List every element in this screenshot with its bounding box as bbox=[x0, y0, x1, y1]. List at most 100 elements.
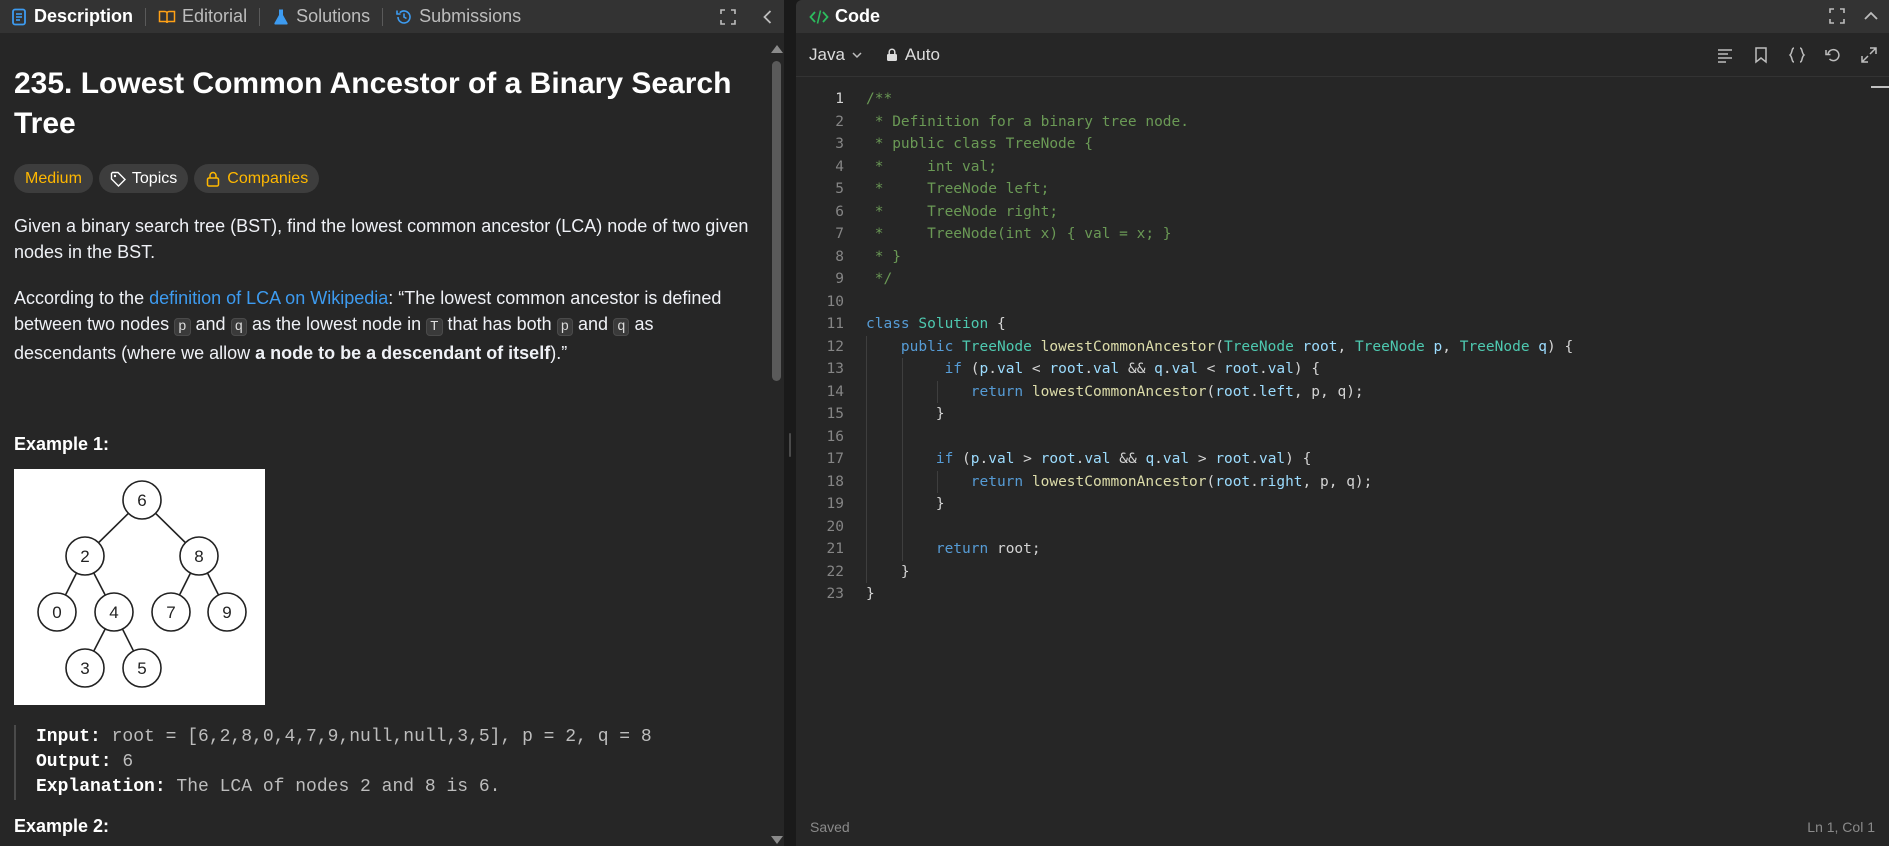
tab-editorial[interactable]: Editorial bbox=[158, 0, 253, 33]
flask-icon bbox=[272, 8, 290, 26]
code-line[interactable]: 21 return root; bbox=[796, 538, 1889, 561]
code-line[interactable]: 5 * TreeNode left; bbox=[796, 178, 1889, 201]
braces-icon[interactable] bbox=[1785, 43, 1809, 67]
code-token: public bbox=[900, 338, 954, 355]
format-icon[interactable] bbox=[1713, 43, 1737, 67]
scrollbar-thumb[interactable] bbox=[772, 61, 781, 381]
code-title: Code bbox=[835, 6, 880, 26]
code-token: } bbox=[866, 406, 945, 422]
line-content: return root; bbox=[866, 538, 1041, 561]
line-number: 6 bbox=[835, 203, 844, 220]
lca-definition: According to the definition of LCA on Wi… bbox=[14, 285, 749, 366]
code-line[interactable]: 12 public TreeNode lowestCommonAncestor(… bbox=[796, 335, 1889, 358]
example-1-io: Input: root = [6,2,8,0,4,7,9,null,null,3… bbox=[14, 725, 766, 800]
tree-node-label: 7 bbox=[166, 603, 175, 622]
code-line[interactable]: 18 return lowestCommonAncestor(root.righ… bbox=[796, 470, 1889, 493]
text: ).” bbox=[550, 343, 568, 363]
tree-diagram: 6 2 8 0 4 7 9 3 5 bbox=[37, 480, 247, 688]
code-token: q bbox=[1538, 338, 1548, 355]
code-line[interactable]: 19 } bbox=[796, 493, 1889, 516]
code-line[interactable]: 2 * Definition for a binary tree node. bbox=[796, 111, 1889, 134]
line-number: 23 bbox=[826, 586, 844, 602]
code-line[interactable]: 15 } bbox=[796, 403, 1889, 426]
code-line[interactable]: 3 * public class TreeNode { bbox=[796, 133, 1889, 156]
topics-button[interactable]: Topics bbox=[98, 164, 189, 193]
panel-resizer[interactable] bbox=[784, 0, 796, 846]
code-token: lowestCommonAncestor bbox=[1040, 338, 1216, 355]
tab-solutions[interactable]: Solutions bbox=[272, 0, 376, 33]
code-token: } bbox=[866, 563, 910, 580]
code-token: * int val; bbox=[866, 158, 997, 175]
code-line[interactable]: 17 if (p.val > root.val && q.val > root.… bbox=[796, 448, 1889, 471]
expand-icon[interactable] bbox=[1857, 43, 1881, 67]
tab-editorial-label: Editorial bbox=[182, 6, 248, 26]
code-token: * public class TreeNode { bbox=[866, 136, 1093, 152]
line-content: * Definition for a binary tree node. bbox=[866, 111, 1189, 134]
code-token: } bbox=[866, 496, 945, 512]
line-number: 13 bbox=[826, 361, 844, 377]
code-line[interactable]: 10 bbox=[796, 291, 1889, 314]
tab-submissions[interactable]: Submissions bbox=[395, 0, 527, 33]
tab-description[interactable]: Description bbox=[10, 0, 139, 33]
code-line[interactable]: 4 * int val; bbox=[796, 156, 1889, 179]
indent-guide bbox=[902, 425, 903, 448]
code-line[interactable]: 20 bbox=[796, 515, 1889, 538]
code-line[interactable]: 6 * TreeNode right; bbox=[796, 201, 1889, 224]
example-2-title: Example 2: bbox=[14, 816, 110, 836]
bookmark-icon[interactable] bbox=[1749, 43, 1773, 67]
description-scrollbar[interactable] bbox=[769, 45, 784, 846]
companies-button[interactable]: Companies bbox=[194, 164, 320, 193]
reset-icon[interactable] bbox=[1821, 43, 1845, 67]
auto-mode-toggle[interactable]: Auto bbox=[885, 45, 940, 65]
explanation-value: The LCA of nodes 2 and 8 is 6. bbox=[165, 777, 501, 797]
code-editor[interactable]: 1 /** 2 * Definition for a binary tree nod… bbox=[796, 88, 1889, 808]
lock-icon bbox=[207, 171, 220, 187]
tree-node-label: 6 bbox=[137, 491, 146, 510]
line-content: if (p.val < root.val && q.val < root.val… bbox=[866, 358, 1321, 381]
code-line[interactable]: 22 } bbox=[796, 560, 1889, 584]
problem-tags: Medium Topics Companies bbox=[14, 164, 766, 193]
code-token: val bbox=[1093, 361, 1120, 377]
code-line[interactable]: 13 if (p.val < root.val && q.val < root.… bbox=[796, 358, 1889, 381]
tree-node-label: 8 bbox=[194, 547, 203, 566]
code-line[interactable]: 7 * TreeNode(int x) { val = x; } bbox=[796, 223, 1889, 246]
code-token: . bbox=[1084, 361, 1094, 377]
left-tabbar: Description Editorial Solutions Submissi… bbox=[0, 0, 784, 33]
code-line[interactable]: 23} bbox=[796, 583, 1889, 606]
line-number: 22 bbox=[826, 563, 844, 580]
code-token: ) { bbox=[1285, 451, 1312, 467]
code-token: return bbox=[935, 541, 989, 557]
collapse-panel-icon[interactable] bbox=[756, 5, 780, 29]
code-line[interactable]: 9 */ bbox=[796, 268, 1889, 291]
code-line[interactable]: 14 return lowestCommonAncestor(root.left… bbox=[796, 380, 1889, 403]
line-content: } bbox=[866, 561, 910, 584]
chevron-up-icon[interactable] bbox=[1859, 4, 1883, 28]
language-select[interactable]: Java bbox=[809, 45, 863, 65]
code-line[interactable]: 11 class Solution { bbox=[796, 313, 1889, 336]
difficulty-badge[interactable]: Medium bbox=[14, 164, 93, 193]
line-number: 1 bbox=[835, 91, 844, 107]
code-token: return bbox=[970, 383, 1024, 400]
maximize-icon[interactable] bbox=[716, 5, 740, 29]
code-token: p bbox=[1433, 338, 1443, 355]
wikipedia-link[interactable]: definition of LCA on Wikipedia bbox=[149, 288, 388, 308]
example-explanation: Explanation: The LCA of nodes 2 and 8 is… bbox=[36, 775, 766, 800]
code-token: if bbox=[935, 451, 954, 467]
tab-divider bbox=[259, 7, 261, 26]
code-token: q bbox=[1154, 361, 1163, 377]
maximize-icon[interactable] bbox=[1825, 4, 1849, 28]
code-line[interactable]: 8 * } bbox=[796, 246, 1889, 269]
code-token: val bbox=[1258, 451, 1286, 467]
code-line[interactable]: 16 bbox=[796, 425, 1889, 448]
code-token: && bbox=[1110, 451, 1146, 467]
scroll-down-arrow[interactable] bbox=[771, 836, 783, 844]
scroll-up-arrow[interactable] bbox=[771, 45, 783, 53]
resize-handle[interactable] bbox=[789, 433, 791, 457]
code-line[interactable]: 1 /** bbox=[796, 88, 1889, 111]
tab-solutions-label: Solutions bbox=[296, 6, 371, 26]
line-content: * TreeNode left; bbox=[866, 178, 1050, 201]
